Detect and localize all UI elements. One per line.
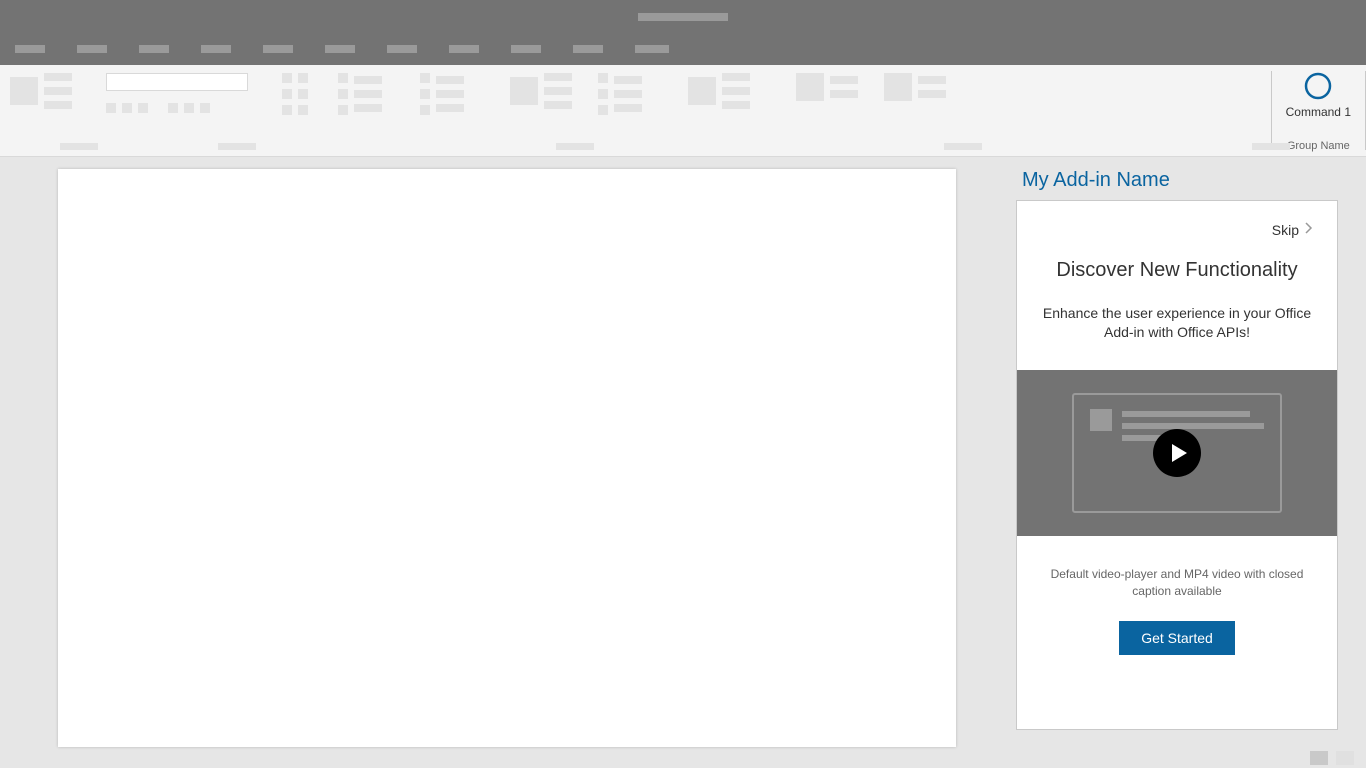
taskpane-header: Skip Discover New Functionality Enhance … [1017,201,1337,370]
video-section [1017,370,1337,536]
main-area: My Add-in Name Skip Discover New Functio… [0,157,1366,747]
tab-placeholder[interactable] [511,45,541,53]
ribbon-left-groups [0,65,1271,156]
title-bar [0,0,1366,33]
tab-placeholder[interactable] [263,45,293,53]
play-icon [1168,444,1187,462]
tab-placeholder[interactable] [15,45,45,53]
video-caption: Default video-player and MP4 video with … [1041,566,1313,600]
tab-placeholder[interactable] [77,45,107,53]
tab-placeholder[interactable] [635,45,669,53]
taskpane-container: My Add-in Name Skip Discover New Functio… [1016,157,1366,747]
document-page[interactable] [58,169,956,747]
ribbon: Command 1 Group Name [0,65,1366,157]
tab-placeholder[interactable] [325,45,355,53]
tab-placeholder[interactable] [201,45,231,53]
tab-placeholder[interactable] [573,45,603,53]
ribbon-group-label: Group Name [1287,140,1350,152]
play-button[interactable] [1153,429,1201,477]
command-1-icon [1303,71,1333,101]
skip-label: Skip [1272,222,1299,238]
taskpane-heading: Discover New Functionality [1041,259,1313,282]
taskpane: Skip Discover New Functionality Enhance … [1016,200,1338,730]
ribbon-input[interactable] [106,73,248,91]
ribbon-tabs [0,33,1366,65]
tab-placeholder[interactable] [449,45,479,53]
taskpane-footer: Default video-player and MP4 video with … [1017,536,1337,729]
command-1-button[interactable]: Command 1 [1286,71,1351,119]
title-placeholder [638,13,728,21]
view-button-1[interactable] [1310,751,1328,765]
taskpane-title: My Add-in Name [1022,169,1352,192]
status-bar [0,747,1366,768]
skip-button[interactable]: Skip [1041,221,1313,239]
tab-placeholder[interactable] [139,45,169,53]
document-area [0,157,1016,747]
tab-placeholder[interactable] [387,45,417,53]
taskpane-paragraph: Enhance the user experience in your Offi… [1041,304,1313,342]
chevron-right-icon [1305,221,1313,239]
command-1-label: Command 1 [1286,105,1351,119]
view-button-2[interactable] [1336,751,1354,765]
get-started-button[interactable]: Get Started [1119,621,1235,655]
